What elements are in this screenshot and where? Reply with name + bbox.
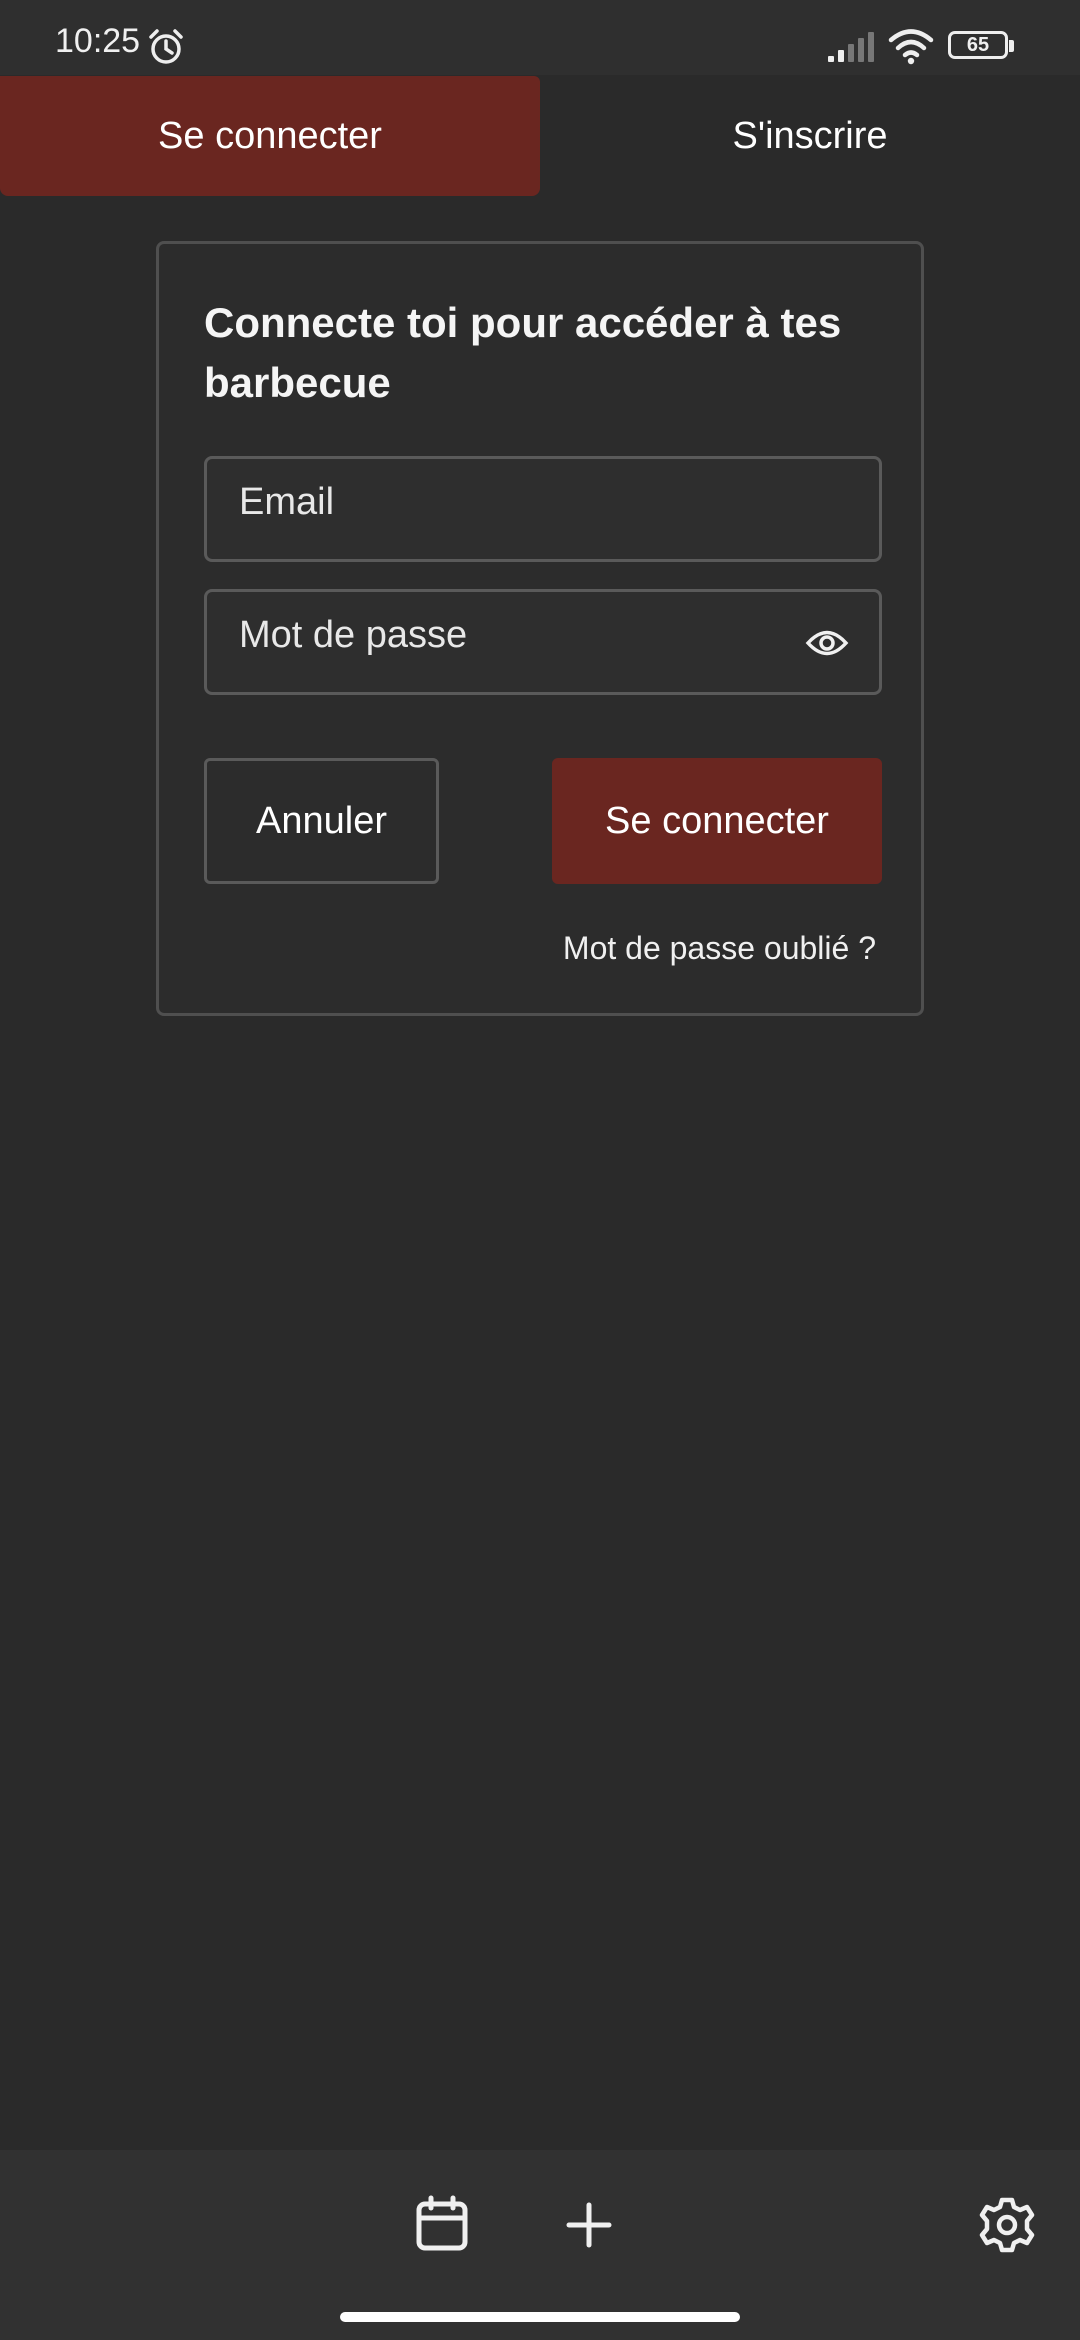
bottom-nav <box>0 2150 1080 2340</box>
password-placeholder: Mot de passe <box>239 614 468 656</box>
cancel-button[interactable]: Annuler <box>204 758 439 884</box>
tab-login[interactable]: Se connecter <box>0 76 540 196</box>
login-title: Connecte toi pour accéder à tes barbecue <box>204 299 842 406</box>
signal-icon <box>828 32 874 62</box>
wifi-icon <box>888 29 934 65</box>
settings-icon[interactable] <box>972 2190 1042 2260</box>
add-icon[interactable] <box>554 2190 624 2260</box>
login-button[interactable]: Se connecter <box>552 758 882 884</box>
email-field[interactable]: Email <box>204 456 882 562</box>
battery-level: 65 <box>966 34 990 56</box>
battery-icon: 65 <box>948 31 1018 63</box>
email-placeholder: Email <box>239 481 335 523</box>
alarm-icon <box>149 29 183 64</box>
login-card: Connecte toi pour accéder à tes barbecue… <box>156 241 924 1016</box>
home-indicator[interactable] <box>340 2312 740 2322</box>
status-bar: 10:25 65 <box>0 0 1080 75</box>
auth-tabs: Se connecter S'inscrire <box>0 76 1080 196</box>
password-field[interactable]: Mot de passe <box>204 589 882 695</box>
tab-register[interactable]: S'inscrire <box>540 76 1080 196</box>
eye-icon[interactable] <box>805 624 849 662</box>
calendar-icon[interactable] <box>407 2190 477 2260</box>
forgot-password-link[interactable]: Mot de passe oublié ? <box>563 930 876 967</box>
status-time: 10:25 <box>55 22 141 60</box>
